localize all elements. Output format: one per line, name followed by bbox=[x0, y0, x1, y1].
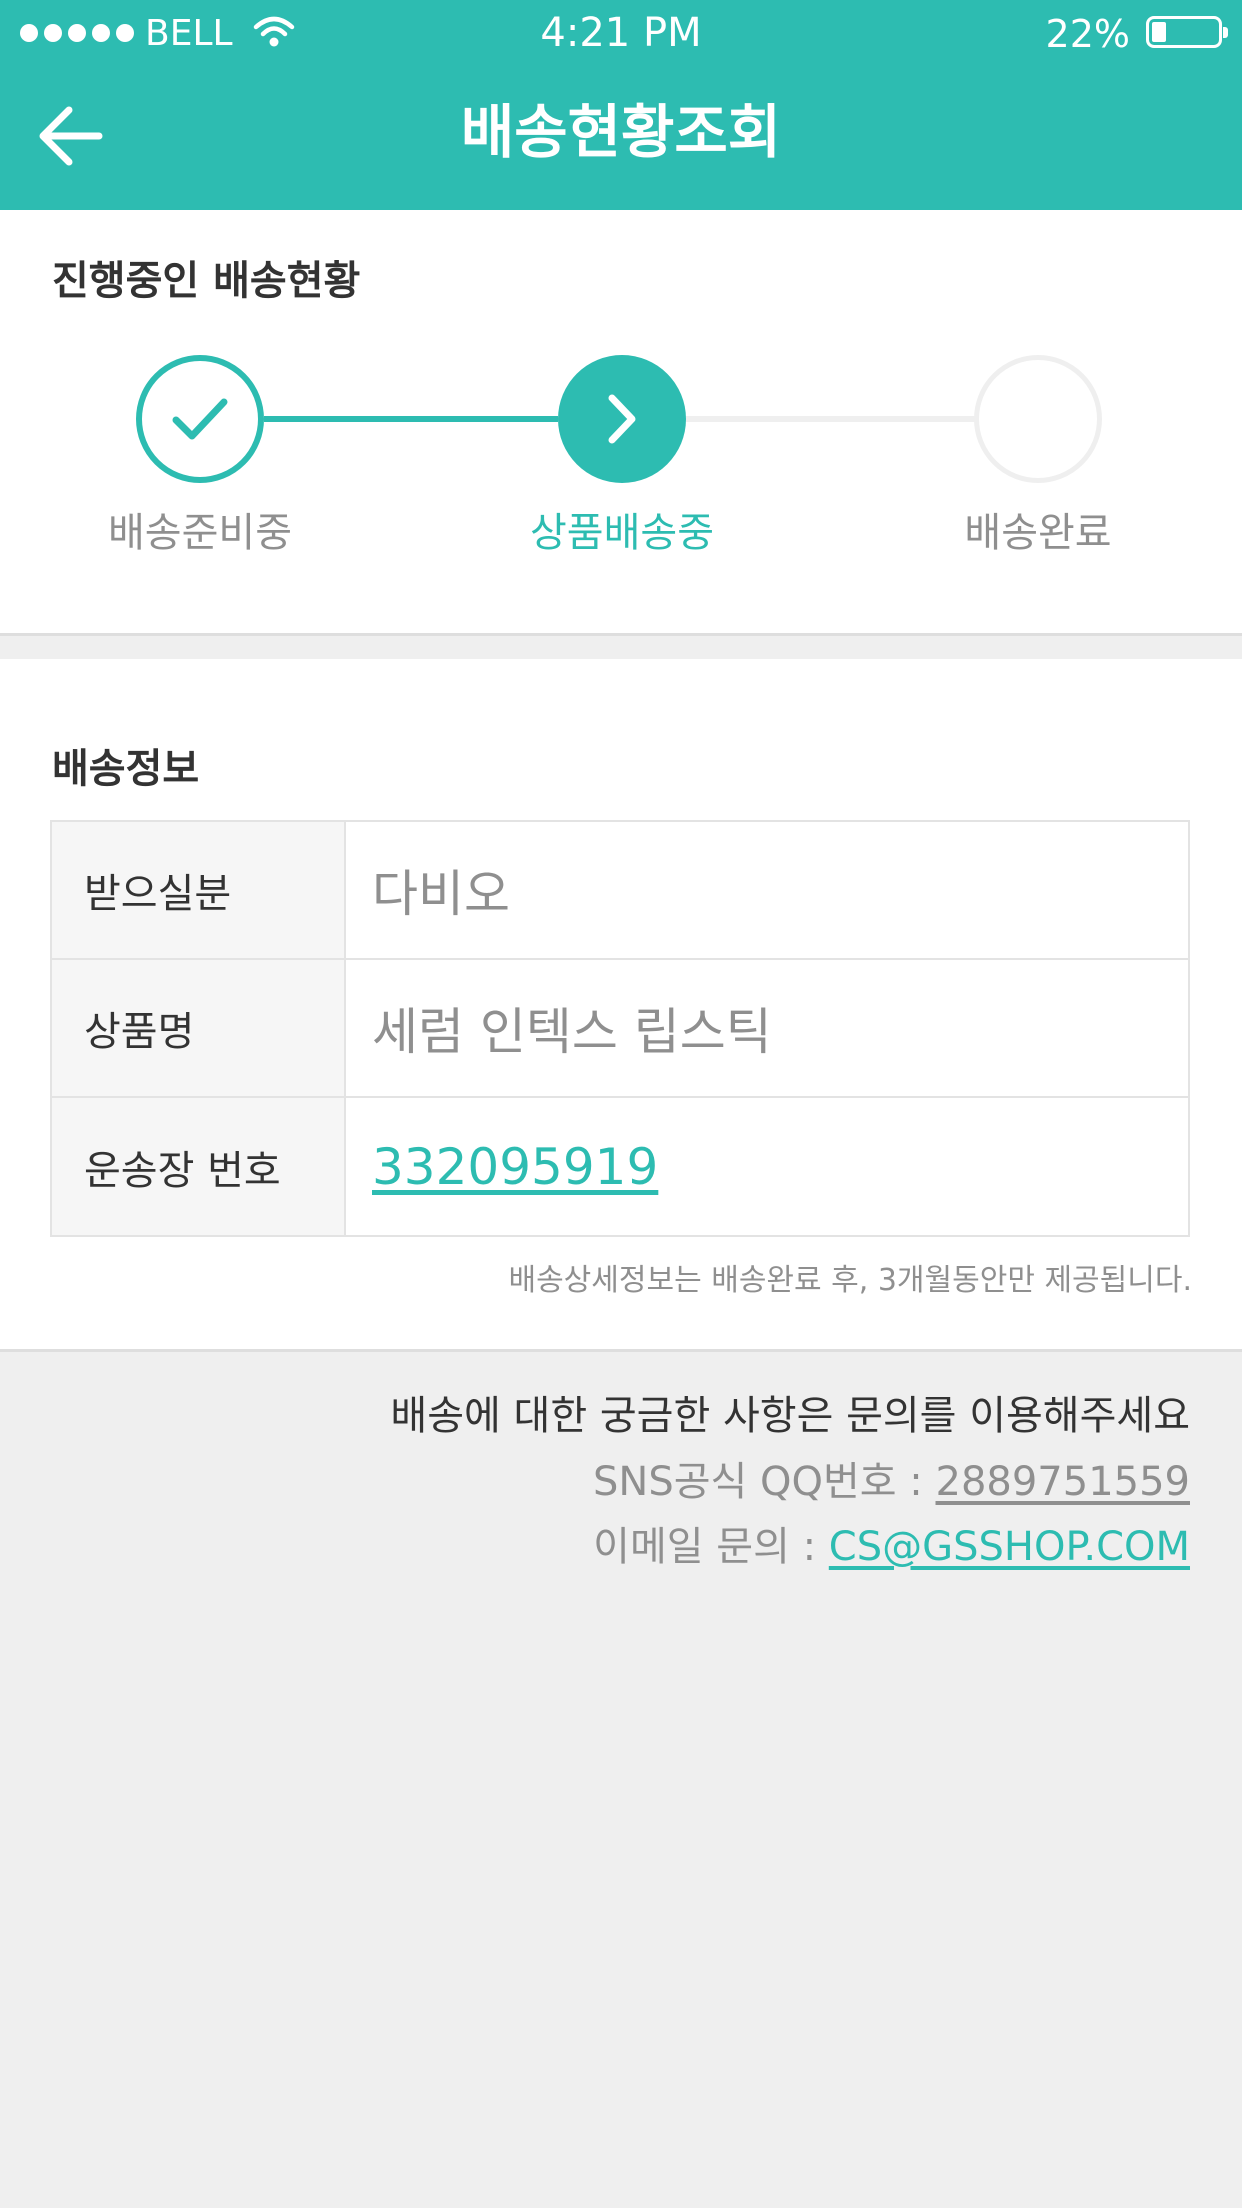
step-label-preparing: 배송준비중 bbox=[108, 510, 292, 556]
email-contact: 이메일 문의 : CS@GSSHOP.COM bbox=[593, 1521, 1190, 1573]
battery-level bbox=[1152, 22, 1166, 42]
chevron-right-icon bbox=[608, 394, 636, 444]
tracking-number-label: 운송장 번호 bbox=[52, 1098, 346, 1235]
progress-line-completed bbox=[264, 416, 558, 422]
delivery-progress-section: 진행중인 배송현황 배송준비중 상품배송중 배송완료 bbox=[0, 210, 1242, 636]
page-title: 배송현황조회 bbox=[460, 98, 782, 166]
app-header: BELL 4:21 PM 22% 배송현황조회 bbox=[0, 0, 1242, 210]
step-delivered-circle bbox=[974, 355, 1102, 483]
step-label-delivered: 배송완료 bbox=[964, 510, 1112, 556]
product-value: 세럼 인텍스 립스틱 bbox=[372, 1003, 772, 1061]
shipping-info-title: 배송정보 bbox=[52, 746, 200, 792]
contact-message: 배송에 대한 궁금한 사항은 문의를 이용해주세요 bbox=[390, 1393, 1190, 1439]
recipient-label: 받으실분 bbox=[52, 822, 346, 958]
step-preparing-circle bbox=[136, 355, 264, 483]
battery-icon bbox=[1146, 16, 1228, 48]
table-row-product: 상품명 세럼 인텍스 립스틱 bbox=[52, 960, 1188, 1098]
qq-number-link[interactable]: 2889751559 bbox=[936, 1459, 1191, 1505]
email-link[interactable]: CS@GSSHOP.COM bbox=[829, 1524, 1190, 1570]
product-label: 상품명 bbox=[52, 960, 346, 1096]
check-icon bbox=[172, 398, 228, 440]
shipping-info-table: 받으실분 다비오 상품명 세럼 인텍스 립스틱 운송장 번호 332095919 bbox=[50, 820, 1190, 1237]
progress-section-title: 진행중인 배송현황 bbox=[52, 258, 361, 304]
tracking-number-cell: 332095919 bbox=[346, 1098, 1188, 1235]
email-label: 이메일 문의 : bbox=[593, 1524, 829, 1570]
table-row-tracking: 운송장 번호 332095919 bbox=[52, 1098, 1188, 1235]
section-divider bbox=[0, 636, 1242, 659]
qq-label: SNS공식 QQ번호 : bbox=[593, 1459, 936, 1505]
table-row-recipient: 받으실분 다비오 bbox=[52, 822, 1188, 960]
shipping-info-section: 배송정보 받으실분 다비오 상품명 세럼 인텍스 립스틱 운송장 번호 3320… bbox=[0, 659, 1242, 1352]
status-bar: BELL 4:21 PM 22% bbox=[0, 0, 1242, 66]
shipping-info-notice: 배송상세정보는 배송완료 후, 3개월동안만 제공됩니다. bbox=[508, 1263, 1192, 1298]
step-shipping-circle bbox=[558, 355, 686, 483]
tracking-number-link[interactable]: 332095919 bbox=[372, 1138, 658, 1196]
battery-percentage: 22% bbox=[1045, 12, 1130, 56]
progress-line-pending bbox=[686, 416, 978, 422]
step-label-shipping: 상품배송중 bbox=[530, 510, 714, 556]
qq-contact: SNS공식 QQ번호 : 2889751559 bbox=[593, 1456, 1190, 1508]
recipient-value: 다비오 bbox=[372, 865, 510, 923]
